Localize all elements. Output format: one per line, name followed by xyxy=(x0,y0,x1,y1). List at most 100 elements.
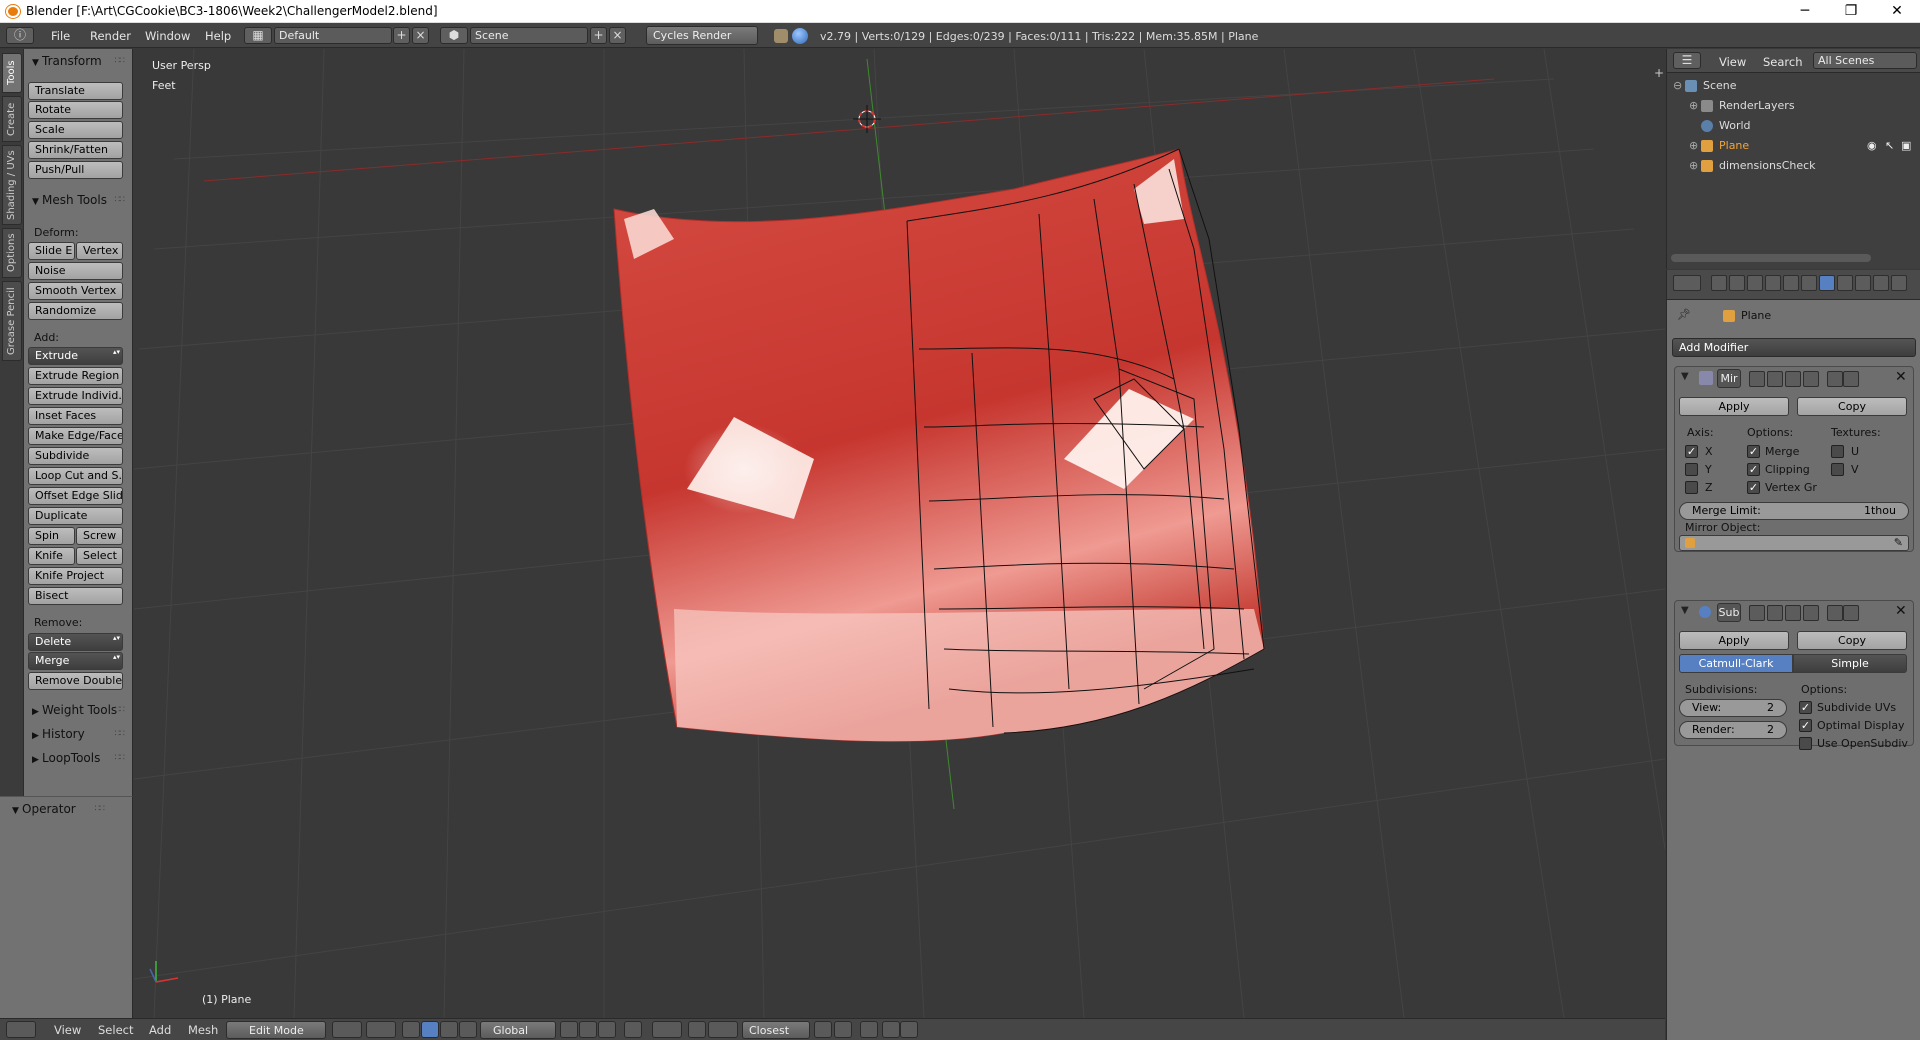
subsurf-copy-button[interactable]: Copy xyxy=(1797,631,1907,650)
opengl-render-icon[interactable] xyxy=(860,1021,878,1038)
axis-y-checkbox[interactable] xyxy=(1685,463,1698,476)
use-opensubdiv-checkbox[interactable] xyxy=(1799,737,1812,750)
limit-selection-icon[interactable] xyxy=(624,1021,642,1038)
maximize-button[interactable]: ❐ xyxy=(1828,0,1874,23)
add-modifier-dropdown[interactable]: Add Modifier xyxy=(1672,338,1916,357)
outliner-row-plane[interactable]: ⊕ Plane ◉ ↖ ▣ xyxy=(1667,136,1920,156)
outliner-menu-view[interactable]: View xyxy=(1719,55,1746,69)
offset-edge-slide-button[interactable]: Offset Edge Slide xyxy=(28,487,123,505)
slide-edge-button[interactable]: Slide E xyxy=(28,242,75,260)
remove-mirror-icon[interactable]: ✕ xyxy=(1895,369,1907,385)
subdivide-button[interactable]: Subdivide xyxy=(28,447,123,465)
vertex-slide-button[interactable]: Vertex xyxy=(76,242,123,260)
tab-create[interactable]: Create xyxy=(2,96,22,142)
rotate-manipulator-icon[interactable] xyxy=(440,1021,458,1038)
eyedropper-icon[interactable]: ✎ xyxy=(1894,536,1903,549)
subsurf-render-icon[interactable] xyxy=(1785,605,1801,621)
constraints-tab-icon[interactable] xyxy=(1801,275,1817,291)
menu-mesh[interactable]: Mesh xyxy=(188,1023,218,1037)
vertex-groups-checkbox[interactable]: ✓ xyxy=(1747,481,1760,494)
noise-button[interactable]: Noise xyxy=(28,262,123,280)
push-pull-button[interactable]: Push/Pull xyxy=(28,161,123,179)
outliner-scrollbar[interactable] xyxy=(1671,254,1871,262)
render-engine-select[interactable]: Cycles Render xyxy=(646,26,758,45)
menu-help[interactable]: Help xyxy=(205,29,231,43)
tab-shading-uvs[interactable]: Shading / UVs xyxy=(2,145,22,225)
add-scene-icon[interactable]: + xyxy=(590,27,607,44)
make-edge-face-button[interactable]: Make Edge/Face xyxy=(28,427,123,445)
view-levels-field[interactable]: View: 2 xyxy=(1679,699,1787,717)
render-animation-icon[interactable] xyxy=(882,1021,900,1038)
add-layout-icon[interactable]: + xyxy=(393,27,410,44)
texture-tab-icon[interactable] xyxy=(1873,275,1889,291)
subsurf-modifier-name[interactable]: Sub xyxy=(1717,603,1741,622)
loop-cut-button[interactable]: Loop Cut and S... xyxy=(28,467,123,485)
screen-layout-icon[interactable]: ▦ xyxy=(244,27,272,44)
extrude-individual-button[interactable]: Extrude Individ... xyxy=(28,387,123,405)
smooth-vertex-button[interactable]: Smooth Vertex xyxy=(28,282,123,300)
modifiers-tab-icon[interactable] xyxy=(1819,275,1835,291)
merge-checkbox[interactable]: ✓ xyxy=(1747,445,1760,458)
render-tab-icon[interactable] xyxy=(1711,275,1727,291)
mirror-apply-button[interactable]: Apply xyxy=(1679,397,1789,416)
close-button[interactable]: ✕ xyxy=(1874,0,1920,23)
scene-icon[interactable]: ⬢ xyxy=(440,27,468,44)
pin-icon[interactable]: 📌︎ xyxy=(1677,308,1691,321)
clipping-checkbox[interactable]: ✓ xyxy=(1747,463,1760,476)
scene-field[interactable]: Scene xyxy=(470,27,588,44)
axis-z-checkbox[interactable] xyxy=(1685,481,1698,494)
world-tab-icon[interactable] xyxy=(1765,275,1781,291)
face-select-mode-icon[interactable] xyxy=(598,1021,616,1038)
weight-tools-panel-header[interactable]: ▶ Weight Tools ∷∷ xyxy=(24,700,132,720)
delete-dropdown[interactable]: Delete xyxy=(28,633,123,651)
collapse-mirror-icon[interactable]: ▼ xyxy=(1681,371,1689,382)
subsurf-apply-button[interactable]: Apply xyxy=(1679,631,1789,650)
editor-type-3dview-icon[interactable] xyxy=(6,1021,36,1038)
snap-toggle-icon[interactable] xyxy=(688,1021,706,1038)
menu-render[interactable]: Render xyxy=(90,29,131,43)
texture-u-checkbox[interactable] xyxy=(1831,445,1844,458)
inset-faces-button[interactable]: Inset Faces xyxy=(28,407,123,425)
transform-orientation-select[interactable]: Global xyxy=(480,1021,556,1039)
screen-layout-field[interactable]: Default xyxy=(274,27,392,44)
subsurf-move-down-icon[interactable] xyxy=(1843,605,1859,621)
translate-manipulator-icon[interactable] xyxy=(421,1021,439,1038)
subdivide-uvs-checkbox[interactable]: ✓ xyxy=(1799,701,1812,714)
cage-display-icon[interactable] xyxy=(1803,371,1819,387)
mesh-tools-panel-header[interactable]: ▼ Mesh Tools ∷∷ xyxy=(24,190,132,210)
outliner-row-scene[interactable]: ⊖ Scene xyxy=(1667,76,1920,96)
scale-manipulator-icon[interactable] xyxy=(459,1021,477,1038)
tab-options[interactable]: Options xyxy=(2,228,22,278)
outliner-menu-search[interactable]: Search xyxy=(1763,55,1803,69)
knife-project-button[interactable]: Knife Project xyxy=(28,567,123,585)
remove-layout-icon[interactable]: × xyxy=(412,27,429,44)
3d-viewport[interactable]: + xyxy=(134,49,1665,1018)
shrink-fatten-button[interactable]: Shrink/Fatten xyxy=(28,141,123,159)
tab-grease-pencil[interactable]: Grease Pencil xyxy=(2,281,22,361)
spin-button[interactable]: Spin xyxy=(28,527,75,545)
optimal-display-checkbox[interactable]: ✓ xyxy=(1799,719,1812,732)
simple-toggle[interactable]: Simple xyxy=(1793,654,1907,673)
catmull-clark-toggle[interactable]: Catmull-Clark xyxy=(1679,654,1793,673)
axis-x-checkbox[interactable]: ✓ xyxy=(1685,445,1698,458)
manipulator-icon[interactable] xyxy=(402,1021,420,1038)
snap-align-rotation-icon[interactable] xyxy=(814,1021,832,1038)
editmode-display-icon[interactable] xyxy=(1749,371,1765,387)
mode-select[interactable]: Edit Mode xyxy=(226,1021,326,1039)
viewport-properties-toggle-icon[interactable]: + xyxy=(1654,66,1664,80)
merge-dropdown[interactable]: Merge xyxy=(28,652,123,670)
looptools-panel-header[interactable]: ▶ LoopTools ∷∷ xyxy=(24,748,132,768)
merge-limit-field[interactable]: Merge Limit: 1thou xyxy=(1679,502,1909,520)
renderability-camera-icon[interactable]: ▣ xyxy=(1901,136,1911,156)
mirror-object-field[interactable]: ✎ xyxy=(1679,535,1909,551)
mirror-copy-button[interactable]: Copy xyxy=(1797,397,1907,416)
subsurf-move-up-icon[interactable] xyxy=(1827,605,1843,621)
physics-tab-icon[interactable] xyxy=(1891,275,1907,291)
subsurf-viewport-icon[interactable] xyxy=(1767,605,1783,621)
rotate-button[interactable]: Rotate xyxy=(28,101,123,119)
subsurf-editmode-icon[interactable] xyxy=(1749,605,1765,621)
menu-view[interactable]: View xyxy=(54,1023,81,1037)
material-tab-icon[interactable] xyxy=(1855,275,1871,291)
extrude-region-button[interactable]: Extrude Region xyxy=(28,367,123,385)
scene-tab-icon[interactable] xyxy=(1747,275,1763,291)
